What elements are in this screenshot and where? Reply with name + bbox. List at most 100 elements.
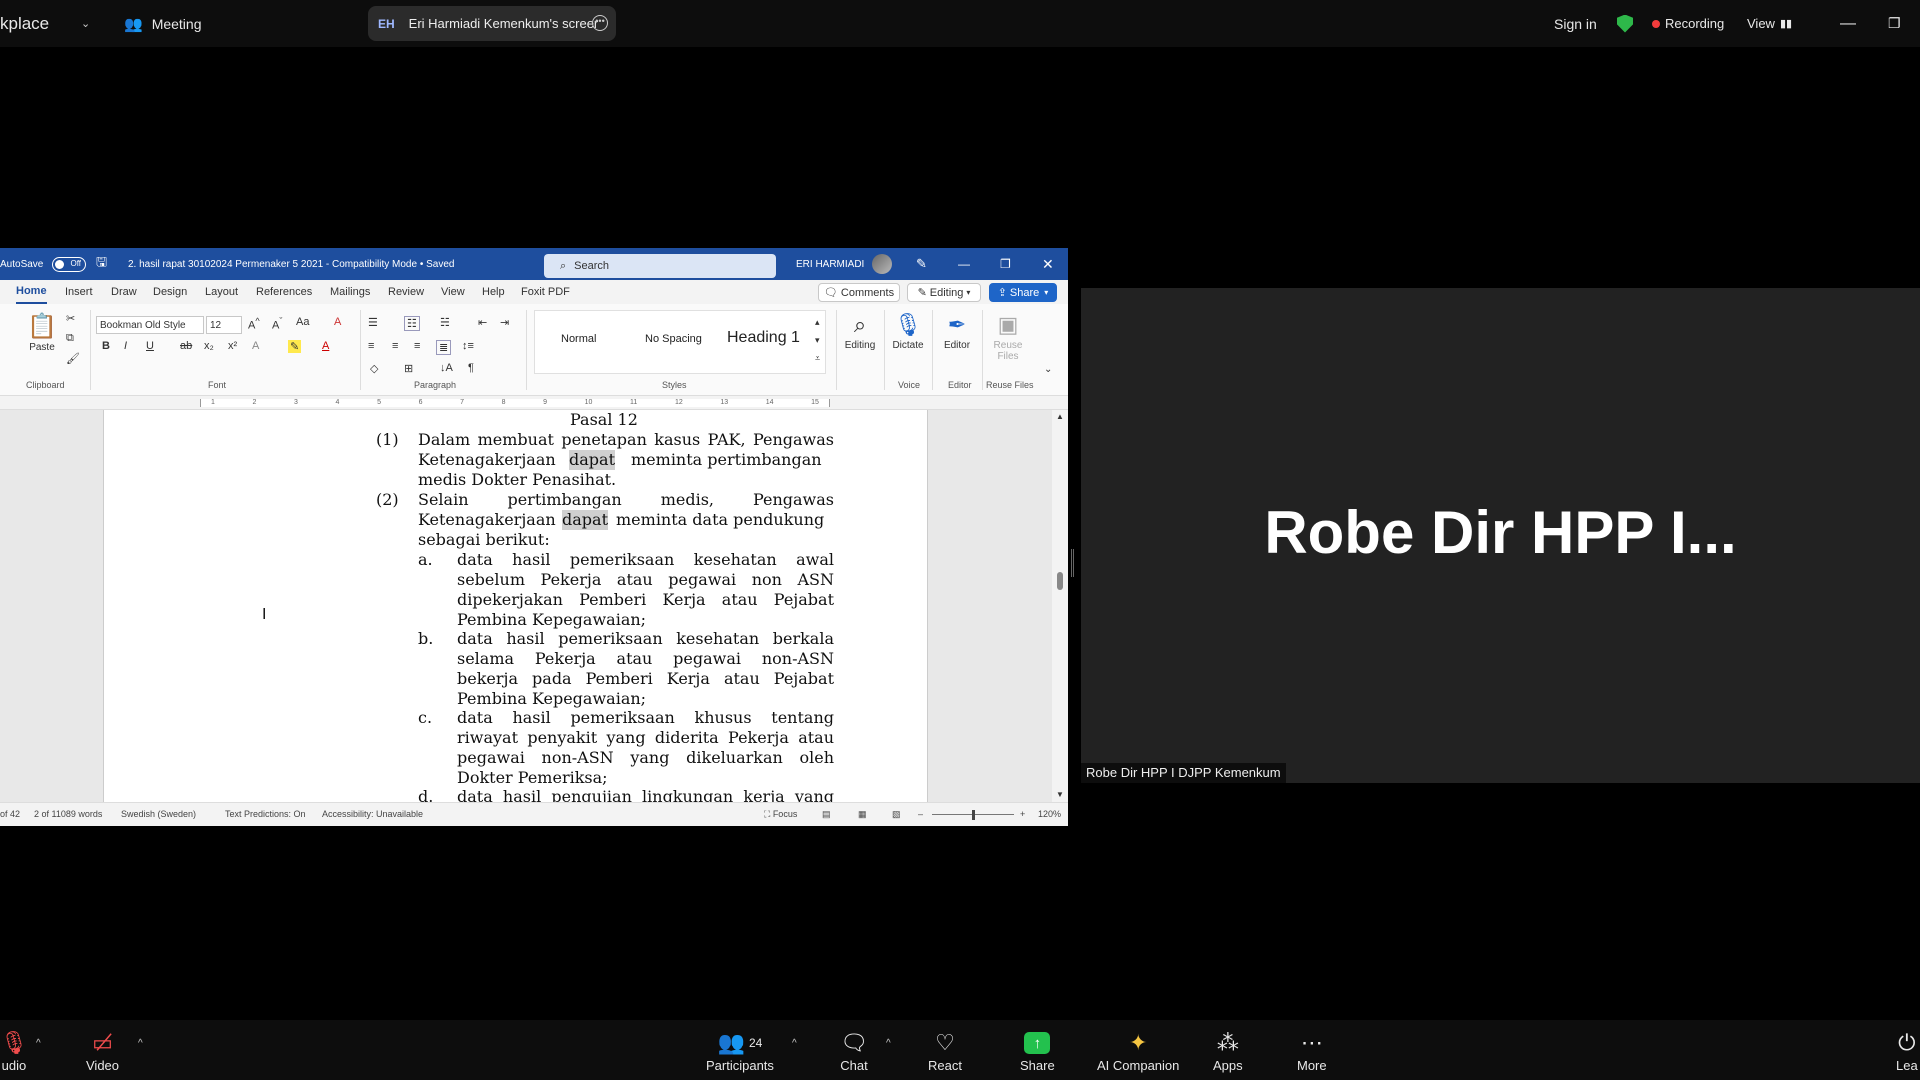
sign-in-link[interactable]: Sign in <box>1554 0 1597 47</box>
styles-scroll-down-icon[interactable]: ▾ <box>815 335 820 346</box>
scroll-down-icon[interactable]: ▼ <box>1056 790 1064 799</box>
document-title[interactable]: 2. hasil rapat 30102024 Permenaker 5 202… <box>128 248 454 280</box>
share-screen-button[interactable]: ↑ Share <box>1020 1030 1055 1073</box>
zoom-slider-thumb[interactable] <box>972 810 975 820</box>
document-canvas[interactable]: Pasal 12 (1) Dalam membuat penetapan kas… <box>0 410 1052 802</box>
style-no-spacing[interactable]: No Spacing <box>645 333 702 345</box>
tab-insert[interactable]: Insert <box>65 280 93 304</box>
clear-formatting-icon[interactable]: A <box>334 316 341 328</box>
react-button[interactable]: ♡ React <box>928 1030 962 1073</box>
audio-options-caret[interactable]: ^ <box>36 1038 41 1049</box>
subscript-icon[interactable]: x₂ <box>204 340 214 352</box>
search-box[interactable]: ⌕ Search <box>544 254 776 278</box>
tab-review[interactable]: Review <box>388 280 424 304</box>
italic-icon[interactable]: I <box>124 340 127 352</box>
collapse-ribbon-icon[interactable]: ⌄ <box>1044 364 1052 375</box>
tab-draw[interactable]: Draw <box>111 280 137 304</box>
tab-home[interactable]: Home <box>16 280 47 304</box>
zoom-in-button[interactable]: + <box>1020 809 1025 819</box>
screen-share-indicator[interactable]: EH Eri Harmiadi Kemenkum's screer ••• <box>368 6 616 41</box>
bullets-icon[interactable]: ☰ <box>368 316 378 329</box>
chat-options-caret[interactable]: ^ <box>886 1038 891 1049</box>
editing-button[interactable]: ⌕ Editing <box>842 310 878 351</box>
chat-button[interactable]: 🗨 Chat <box>840 1030 868 1073</box>
underline-icon[interactable]: U <box>146 340 154 352</box>
scroll-thumb[interactable] <box>1057 572 1063 590</box>
document-page[interactable]: Pasal 12 (1) Dalam membuat penetapan kas… <box>103 410 928 802</box>
tab-references[interactable]: References <box>256 280 312 304</box>
text-effects-icon[interactable]: A <box>252 340 259 352</box>
paste-button[interactable]: 📋 Paste <box>26 312 58 353</box>
window-close-button[interactable]: ✕ <box>1042 248 1054 280</box>
increase-indent-icon[interactable]: ⇥ <box>500 316 509 329</box>
tab-foxit-pdf[interactable]: Foxit PDF <box>521 280 570 304</box>
grow-font-icon[interactable]: A^ <box>248 316 260 332</box>
multilevel-list-icon[interactable]: ☵ <box>440 316 450 329</box>
scroll-up-icon[interactable]: ▲ <box>1056 412 1064 421</box>
justify-icon[interactable]: ≣ <box>436 340 452 355</box>
view-menu[interactable]: View ▮▮ <box>1747 0 1792 47</box>
superscript-icon[interactable]: x² <box>228 340 237 352</box>
page-count[interactable]: of 42 <box>0 809 20 819</box>
ai-companion-button[interactable]: ✦ AI Companion <box>1097 1030 1179 1073</box>
borders-icon[interactable]: ⊞ <box>404 362 413 375</box>
font-color-icon[interactable]: A <box>322 340 329 352</box>
window-restore-button[interactable]: ❐ <box>1000 248 1011 280</box>
tab-design[interactable]: Design <box>153 280 187 304</box>
dictate-button[interactable]: 🎙 Dictate <box>890 310 926 351</box>
zoom-out-button[interactable]: – <box>918 809 923 819</box>
audio-button[interactable]: 🎙 udio <box>0 1030 28 1073</box>
meeting-menu[interactable]: 👥 Meeting <box>124 0 202 47</box>
font-size-select[interactable]: 12 <box>206 316 242 334</box>
focus-button[interactable]: ⛶ Focus <box>764 809 797 820</box>
pen-icon[interactable]: ✎ <box>916 248 927 280</box>
share-button[interactable]: ⇪ Share ▾ <box>989 283 1057 302</box>
window-minimize-button[interactable]: — <box>958 248 970 280</box>
strikethrough-icon[interactable]: ab <box>180 340 192 352</box>
change-case-icon[interactable]: Aa <box>296 316 309 328</box>
participants-options-caret[interactable]: ^ <box>792 1038 797 1049</box>
styles-scroll-up-icon[interactable]: ▴ <box>815 317 820 328</box>
video-options-caret[interactable]: ^ <box>138 1038 143 1049</box>
align-right-icon[interactable]: ≡ <box>414 340 420 352</box>
show-formatting-icon[interactable]: ¶ <box>468 362 474 374</box>
sort-icon[interactable]: ↓A <box>440 362 453 374</box>
decrease-indent-icon[interactable]: ⇤ <box>478 316 487 329</box>
cut-icon[interactable]: ✂ <box>66 312 75 325</box>
restore-button[interactable]: ❐ <box>1888 0 1901 47</box>
line-spacing-icon[interactable]: ↕≡ <box>462 340 474 352</box>
user-name[interactable]: ERI HARMIADI <box>796 248 864 280</box>
format-painter-icon[interactable]: 🖌 <box>66 352 80 365</box>
numbering-icon[interactable]: ☷ <box>404 316 420 331</box>
participants-button[interactable]: 👥 24 Participants <box>706 1030 774 1073</box>
tab-view[interactable]: View <box>441 280 465 304</box>
chevron-down-icon[interactable]: ⌄ <box>81 0 90 47</box>
apps-button[interactable]: ⁂ Apps <box>1213 1030 1243 1073</box>
panel-resize-handle[interactable] <box>1071 549 1074 577</box>
more-options-icon[interactable]: ••• <box>592 15 608 31</box>
font-name-select[interactable]: Bookman Old Style <box>96 316 204 334</box>
read-mode-icon[interactable]: ▤ <box>822 809 831 820</box>
copy-icon[interactable]: ⧉ <box>66 332 74 345</box>
highlight-icon[interactable]: ✎ <box>288 340 302 353</box>
bold-icon[interactable]: B <box>102 340 110 352</box>
tab-layout[interactable]: Layout <box>205 280 238 304</box>
ruler[interactable]: 1 2 3 4 5 6 7 8 9 10 11 12 13 14 15 <box>0 396 1068 410</box>
print-layout-icon[interactable]: ▦ <box>858 809 867 820</box>
vertical-scrollbar[interactable]: ▲ ▼ <box>1052 410 1068 802</box>
video-button[interactable]: ▭̸ Video <box>86 1030 119 1073</box>
style-normal[interactable]: Normal <box>561 333 596 345</box>
align-left-icon[interactable]: ≡ <box>368 340 374 352</box>
leave-button[interactable]: ⏻ Lea <box>1896 1030 1918 1073</box>
autosave-toggle[interactable]: Off <box>48 248 86 280</box>
word-count[interactable]: 2 of 11089 words <box>34 809 102 819</box>
security-shield-icon[interactable] <box>1617 0 1633 47</box>
editing-mode-button[interactable]: ✎ Editing ▾ <box>907 283 981 302</box>
avatar[interactable] <box>872 248 892 280</box>
align-center-icon[interactable]: ≡ <box>392 340 398 352</box>
reuse-files-button[interactable]: ▣ Reuse Files <box>988 310 1028 362</box>
more-button[interactable]: ⋯ More <box>1297 1030 1327 1073</box>
shrink-font-icon[interactable]: Aˇ <box>272 316 282 332</box>
recording-indicator[interactable]: Recording <box>1652 0 1724 47</box>
save-icon[interactable]: 🖫 <box>96 248 107 280</box>
